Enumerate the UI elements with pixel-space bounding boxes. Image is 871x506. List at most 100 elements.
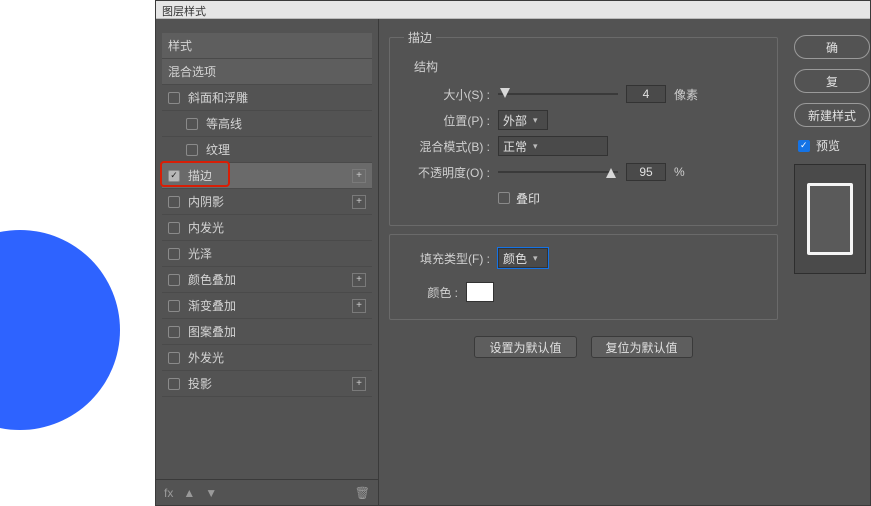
chevron-down-icon: ▾ — [533, 253, 538, 264]
add-effect-icon[interactable]: + — [352, 299, 366, 313]
preview-toggle-row: 预览 — [798, 137, 870, 154]
style-checkbox[interactable] — [168, 248, 180, 260]
style-row[interactable]: 光泽 — [162, 241, 372, 267]
style-label: 纹理 — [206, 141, 366, 158]
add-effect-icon[interactable]: + — [352, 169, 366, 183]
size-slider[interactable] — [498, 87, 618, 101]
size-unit: 像素 — [674, 86, 698, 103]
style-label: 内发光 — [188, 219, 366, 236]
styles-header[interactable]: 样式 — [162, 33, 372, 59]
overprint-checkbox[interactable] — [498, 192, 510, 204]
preview-label: 预览 — [816, 137, 840, 154]
layer-style-dialog: 图层样式 样式 混合选项 斜面和浮雕等高线纹理✓描边+内阴影+内发光光泽颜色叠加… — [155, 0, 871, 506]
style-row[interactable]: 等高线 — [162, 111, 372, 137]
style-checkbox[interactable] — [168, 378, 180, 390]
opacity-input[interactable]: 95 — [626, 163, 666, 181]
style-row[interactable]: 外发光 — [162, 345, 372, 371]
fill-type-row: 填充类型(F) : 颜色 ▾ — [404, 245, 763, 271]
style-row[interactable]: 图案叠加 — [162, 319, 372, 345]
style-label: 投影 — [188, 375, 352, 392]
style-checkbox[interactable] — [168, 92, 180, 104]
blend-mode-value: 正常 — [503, 138, 527, 155]
trash-icon[interactable]: 🗑 — [355, 486, 370, 500]
ok-button[interactable]: 确 — [794, 35, 870, 59]
structure-label: 结构 — [414, 58, 763, 75]
style-checkbox[interactable] — [168, 352, 180, 364]
style-label: 等高线 — [206, 115, 366, 132]
position-row: 位置(P) : 外部 ▾ — [404, 107, 763, 133]
opacity-label: 不透明度(O) : — [404, 164, 490, 181]
add-effect-icon[interactable]: + — [352, 273, 366, 287]
style-label: 描边 — [188, 167, 352, 184]
cancel-button[interactable]: 复 — [794, 69, 870, 93]
dialog-titlebar: 图层样式 — [156, 1, 870, 19]
make-default-button[interactable]: 设置为默认值 — [474, 336, 576, 358]
dialog-body: 样式 混合选项 斜面和浮雕等高线纹理✓描边+内阴影+内发光光泽颜色叠加+渐变叠加… — [156, 19, 870, 505]
style-row[interactable]: 纹理 — [162, 137, 372, 163]
position-select[interactable]: 外部 ▾ — [498, 110, 548, 130]
fill-group: 填充类型(F) : 颜色 ▾ 颜色 : — [389, 234, 778, 320]
style-row[interactable]: 投影+ — [162, 371, 372, 397]
style-row[interactable]: ✓ 描边+ — [162, 163, 372, 189]
move-up-icon[interactable]: ▲ — [183, 486, 195, 500]
overprint-row: 叠印 — [404, 185, 763, 211]
chevron-down-icon: ▾ — [533, 141, 538, 152]
blend-mode-select[interactable]: 正常 ▾ — [498, 136, 608, 156]
color-swatch[interactable] — [466, 282, 494, 302]
styles-panel: 样式 混合选项 斜面和浮雕等高线纹理✓描边+内阴影+内发光光泽颜色叠加+渐变叠加… — [156, 19, 379, 505]
overprint-label: 叠印 — [516, 190, 540, 207]
fx-icon[interactable]: fx — [164, 486, 173, 500]
blending-options-row[interactable]: 混合选项 — [162, 59, 372, 85]
style-checkbox[interactable] — [186, 118, 198, 130]
fill-type-select[interactable]: 颜色 ▾ — [498, 248, 548, 268]
color-row: 颜色 : — [404, 279, 763, 305]
style-row[interactable]: 渐变叠加+ — [162, 293, 372, 319]
blending-options-label: 混合选项 — [168, 63, 366, 80]
style-label: 图案叠加 — [188, 323, 366, 340]
style-label: 外发光 — [188, 349, 366, 366]
style-label: 内阴影 — [188, 193, 352, 210]
size-row: 大小(S) : 4 像素 — [404, 81, 763, 107]
add-effect-icon[interactable]: + — [352, 195, 366, 209]
add-effect-icon[interactable]: + — [352, 377, 366, 391]
reset-default-button[interactable]: 复位为默认值 — [591, 336, 693, 358]
style-checkbox[interactable] — [168, 300, 180, 312]
opacity-row: 不透明度(O) : 95 % — [404, 159, 763, 185]
style-checkbox[interactable]: ✓ — [168, 170, 180, 182]
position-value: 外部 — [503, 112, 527, 129]
size-label: 大小(S) : — [404, 86, 490, 103]
stroke-group-legend: 描边 — [404, 29, 436, 46]
style-label: 颜色叠加 — [188, 271, 352, 288]
style-checkbox[interactable] — [186, 144, 198, 156]
styles-list: 样式 混合选项 斜面和浮雕等高线纹理✓描边+内阴影+内发光光泽颜色叠加+渐变叠加… — [156, 29, 378, 479]
stroke-settings-panel: 描边 结构 大小(S) : 4 像素 位置(P) : 外部 ▾ — [379, 19, 788, 505]
preview-box — [794, 164, 866, 274]
move-down-icon[interactable]: ▼ — [205, 486, 217, 500]
style-label: 光泽 — [188, 245, 366, 262]
style-row[interactable]: 斜面和浮雕 — [162, 85, 372, 111]
style-checkbox[interactable] — [168, 196, 180, 208]
style-checkbox[interactable] — [168, 274, 180, 286]
fill-type-value: 颜色 — [503, 250, 527, 267]
color-label: 颜色 : — [404, 284, 458, 301]
style-row[interactable]: 颜色叠加+ — [162, 267, 372, 293]
size-input[interactable]: 4 — [626, 85, 666, 103]
fill-type-label: 填充类型(F) : — [404, 250, 490, 267]
style-row[interactable]: 内阴影+ — [162, 189, 372, 215]
opacity-slider[interactable] — [498, 165, 618, 179]
position-label: 位置(P) : — [404, 112, 490, 129]
style-label: 斜面和浮雕 — [188, 89, 366, 106]
opacity-unit: % — [674, 165, 685, 179]
preview-checkbox[interactable] — [798, 140, 810, 152]
style-checkbox[interactable] — [168, 222, 180, 234]
styles-header-label: 样式 — [168, 37, 366, 54]
style-label: 渐变叠加 — [188, 297, 352, 314]
preview-swatch — [807, 183, 853, 255]
defaults-button-row: 设置为默认值 复位为默认值 — [389, 336, 778, 358]
style-row[interactable]: 内发光 — [162, 215, 372, 241]
stroke-group: 描边 结构 大小(S) : 4 像素 位置(P) : 外部 ▾ — [389, 29, 778, 226]
new-style-button[interactable]: 新建样式 — [794, 103, 870, 127]
style-checkbox[interactable] — [168, 326, 180, 338]
chevron-down-icon: ▾ — [533, 115, 538, 126]
styles-footer: fx ▲ ▼ 🗑 — [156, 479, 378, 505]
